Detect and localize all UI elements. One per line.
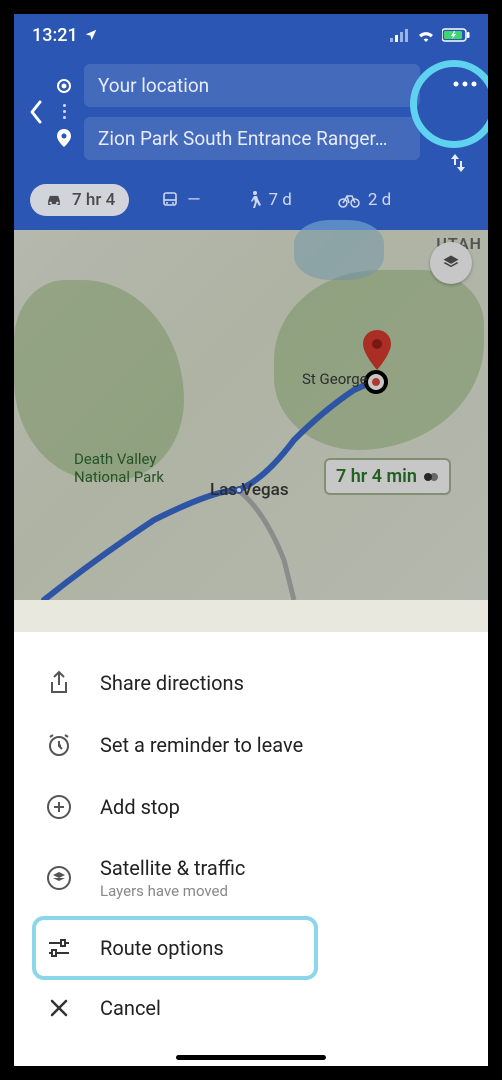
satellite-label: Satellite & traffic [100,856,245,880]
status-icons [390,28,470,42]
close-icon [44,998,74,1018]
back-button[interactable] [28,99,44,125]
alarm-icon [44,732,74,758]
status-time: 13:21 [32,25,78,46]
mode-car-label: 7 hr 4 [72,190,115,210]
map-view[interactable]: UTAH St George Las Vegas Death Valley Na… [14,230,488,600]
map-dim-overlay [14,230,488,600]
battery-icon [442,28,470,42]
car-icon [44,192,64,208]
transit-icon [161,191,179,209]
share-icon [44,670,74,696]
signal-icon [390,28,410,42]
route-options-item[interactable]: Route options [14,918,488,978]
mode-transit[interactable]: — [147,184,214,216]
action-sheet: Share directions Set a reminder to leave… [14,632,488,1066]
satellite-sublabel: Layers have moved [100,882,245,900]
location-arrow-icon [84,28,98,42]
mode-bike[interactable]: 2 d [324,184,405,216]
mode-transit-label: — [187,190,200,210]
mode-walk[interactable]: 7 d [233,184,306,216]
mode-walk-label: 7 d [269,190,292,210]
set-reminder-item[interactable]: Set a reminder to leave [14,714,488,776]
destination-pin-icon [57,129,71,147]
bike-icon [338,192,360,208]
add-stop-label: Add stop [100,795,180,819]
status-bar: 13:21 [14,14,488,56]
origin-field[interactable]: Your location [84,64,420,107]
phone-screen: 13:21 [14,14,488,1066]
route-dots-icon [63,104,66,119]
add-stop-item[interactable]: Add stop [14,776,488,838]
reminder-label: Set a reminder to leave [100,733,303,757]
mode-car[interactable]: 7 hr 4 [30,184,129,216]
share-label: Share directions [100,671,244,695]
route-options-label: Route options [100,936,224,960]
waypoint-icons [56,78,72,147]
directions-header: Your location Zion Park South Entrance R… [14,56,488,174]
wifi-icon [416,28,436,42]
home-indicator[interactable] [176,1055,326,1060]
cancel-label: Cancel [100,996,161,1020]
satellite-text-group: Satellite & traffic Layers have moved [100,856,245,900]
mode-bike-label: 2 d [368,190,391,210]
overflow-menu-button[interactable] [452,80,478,88]
travel-mode-tabs: 7 hr 4 — 7 d 2 d [14,174,488,230]
cancel-item[interactable]: Cancel [14,978,488,1038]
walk-icon [247,190,261,210]
swap-icon[interactable] [450,152,466,174]
destination-field[interactable]: Zion Park South Entrance Ranger… [84,117,420,160]
layers-circle-icon [44,865,74,891]
status-time-group: 13:21 [32,25,98,46]
sliders-icon [44,938,74,958]
share-directions-item[interactable]: Share directions [14,652,488,714]
origin-dot-icon [56,78,72,94]
satellite-traffic-item[interactable]: Satellite & traffic Layers have moved [14,838,488,918]
plus-circle-icon [44,794,74,820]
